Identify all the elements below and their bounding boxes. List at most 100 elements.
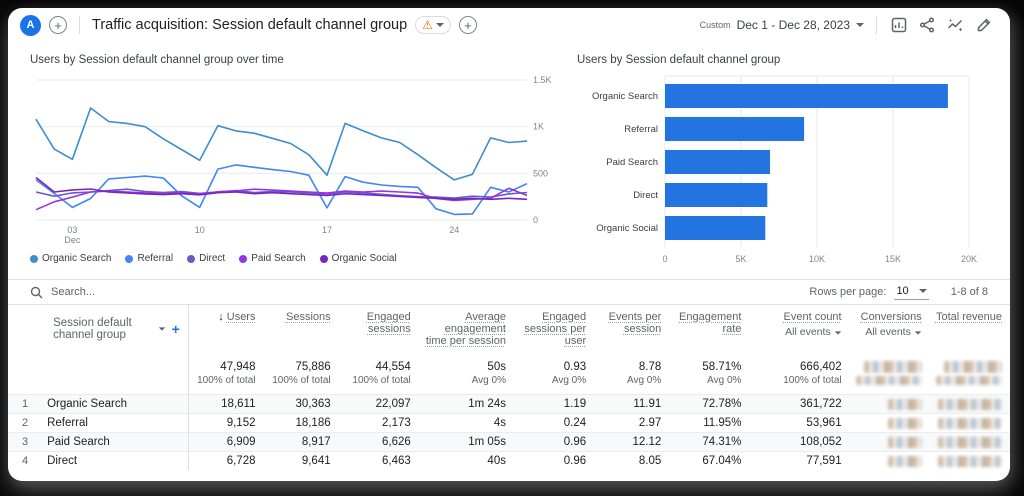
share-icon <box>919 17 935 33</box>
redacted-value <box>944 361 1002 373</box>
legend-item[interactable]: Referral <box>125 253 173 264</box>
table-row[interactable]: 2 Referral 9,152 18,186 2,173 4s 0.24 2.97 11.95… <box>8 413 1010 433</box>
column-header[interactable]: ↓ Users <box>188 305 263 355</box>
add-dimension-icon[interactable]: + <box>172 321 180 337</box>
svg-text:1K: 1K <box>533 122 544 132</box>
search-placeholder: Search... <box>51 286 96 298</box>
metric-cell: 1m 24s <box>418 394 514 414</box>
date-range-value: Dec 1 - Dec 28, 2023 <box>736 18 850 32</box>
users-by-channel-bar-chart: 0 5K 10K 15K 20K Organic Search Referral Paid S… <box>577 70 1007 275</box>
totals-cell: 58.71% Avg 0% <box>702 361 742 387</box>
metric-cell <box>849 394 930 414</box>
metric-cell: 30,363 <box>263 394 339 414</box>
redacted-value <box>938 398 1002 410</box>
svg-text:10: 10 <box>195 225 205 235</box>
row-number-header <box>8 305 43 355</box>
redacted-value <box>938 436 1002 448</box>
metric-cell: 361,722 <box>749 394 850 414</box>
totals-cell <box>850 355 930 395</box>
users-over-time-line-chart: 0 500 1K 1.5K 03 Dec 10 17 24 <box>30 70 565 253</box>
chevron-down-icon <box>834 331 841 335</box>
add-tab-button[interactable]: + <box>49 16 67 34</box>
metric-cell: 9,641 <box>263 451 339 471</box>
metric-event-select[interactable]: All events <box>854 326 922 338</box>
legend-item[interactable]: Direct <box>187 253 225 264</box>
redacted-value <box>887 398 922 410</box>
column-header[interactable]: Engaged sessions per user <box>514 305 594 355</box>
table-toolbar: Search... Rows per page: 10 1-8 of 8 <box>8 279 1010 305</box>
svg-text:Dec: Dec <box>64 235 81 245</box>
svg-text:5K: 5K <box>735 254 746 264</box>
legend-dot-icon <box>125 254 134 263</box>
svg-text:20K: 20K <box>961 254 977 264</box>
legend-dot-icon <box>319 254 328 263</box>
date-range-picker[interactable]: Custom Dec 1 - Dec 28, 2023 <box>700 18 864 32</box>
metric-cell: 74.31% <box>669 432 750 452</box>
page-title: Traffic acquisition: Session default cha… <box>92 17 408 33</box>
column-header[interactable]: Conversions All events <box>850 305 930 355</box>
column-header[interactable]: Average engagement time per session <box>419 305 514 355</box>
edit-button[interactable] <box>974 15 994 35</box>
bar-chart-panel: Users by Session default channel group 0… <box>565 54 1007 275</box>
rows-per-page-select[interactable]: 10 <box>894 285 929 300</box>
legend-item[interactable]: Organic Search <box>30 253 111 264</box>
table-search-input[interactable]: Search... <box>30 286 95 299</box>
column-header[interactable]: Engaged sessions <box>339 305 419 355</box>
svg-text:Referral: Referral <box>624 124 658 135</box>
data-quality-warning-button[interactable]: ⚠ <box>415 16 451 34</box>
column-header[interactable]: Event count All events <box>749 305 849 355</box>
line-chart-title: Users by Session default channel group o… <box>30 54 284 66</box>
totals-cell: 0.93 Avg 0% <box>551 361 587 387</box>
metric-cell: 8,917 <box>263 432 339 452</box>
chevron-down-icon <box>914 331 921 335</box>
metric-event-select[interactable]: All events <box>753 326 841 338</box>
column-header[interactable]: Sessions <box>263 305 338 355</box>
insights-button[interactable] <box>945 15 966 35</box>
line-chart-legend: Organic Search Referral Direct Paid Sear… <box>30 253 565 264</box>
metric-cell: 77,591 <box>749 451 850 471</box>
metric-cell: 22,097 <box>338 394 419 414</box>
totals-row: 47,948 100% of total 75,886 100% of total 44… <box>8 355 1010 395</box>
column-header[interactable]: Events per session <box>594 305 669 355</box>
analytics-report-window: A + Traffic acquisition: Session default… <box>8 8 1010 481</box>
svg-text:10K: 10K <box>809 254 825 264</box>
sort-descending-icon: ↓ <box>218 311 227 323</box>
legend-item[interactable]: Organic Social <box>319 253 397 264</box>
customize-report-icon <box>891 17 907 33</box>
metric-cell: 108,052 <box>749 432 850 452</box>
metric-cell: 12.12 <box>594 432 670 452</box>
channel-name: Direct <box>43 451 189 471</box>
svg-text:Paid Search: Paid Search <box>606 157 658 168</box>
column-header[interactable]: Total revenue <box>930 305 1010 355</box>
metric-cell: 40s <box>418 451 514 471</box>
metric-cell: 6,626 <box>338 432 419 452</box>
screen-background: A + Traffic acquisition: Session default… <box>0 0 1024 496</box>
totals-cell <box>930 355 1010 395</box>
divider <box>79 16 80 34</box>
svg-text:Organic Social: Organic Social <box>596 223 658 234</box>
legend-label: Organic Social <box>331 253 397 264</box>
metric-cell: 4s <box>418 413 514 433</box>
customize-report-button[interactable] <box>889 15 909 35</box>
metric-cell: 1m 05s <box>418 432 514 452</box>
table-row[interactable]: 4 Direct 6,728 9,641 6,463 40s 0.96 8.05 67.04% 7… <box>8 451 1010 471</box>
row-number: 1 <box>8 394 44 414</box>
rows-per-page-label: Rows per page: <box>809 286 887 298</box>
redacted-value <box>938 455 1002 467</box>
metric-cell: 18,186 <box>263 413 339 433</box>
table-row[interactable]: 1 Organic Search 18,611 30,363 22,097 1m 24s 1… <box>8 394 1010 414</box>
totals-cell: 47,948 100% of total <box>197 361 256 387</box>
legend-item[interactable]: Paid Search <box>239 253 306 264</box>
totals-cell: 50s Avg 0% <box>471 361 506 387</box>
pagination-status: 1-8 of 8 <box>950 286 988 298</box>
column-header[interactable]: Engagement rate <box>669 305 749 355</box>
add-comparison-button[interactable]: + <box>458 16 477 34</box>
share-button[interactable] <box>917 15 937 35</box>
table-row[interactable]: 3 Paid Search 6,909 8,917 6,626 1m 05s 0.96 12.… <box>8 432 1010 452</box>
dimension-column-header[interactable]: Session default channel group + <box>43 305 189 355</box>
report-header: A + Traffic acquisition: Session default… <box>8 8 1010 42</box>
svg-text:24: 24 <box>449 225 459 235</box>
metric-cell: 8.05 <box>594 451 670 471</box>
analytics-logo[interactable]: A <box>20 14 41 36</box>
metric-cell: 67.04% <box>669 451 750 471</box>
